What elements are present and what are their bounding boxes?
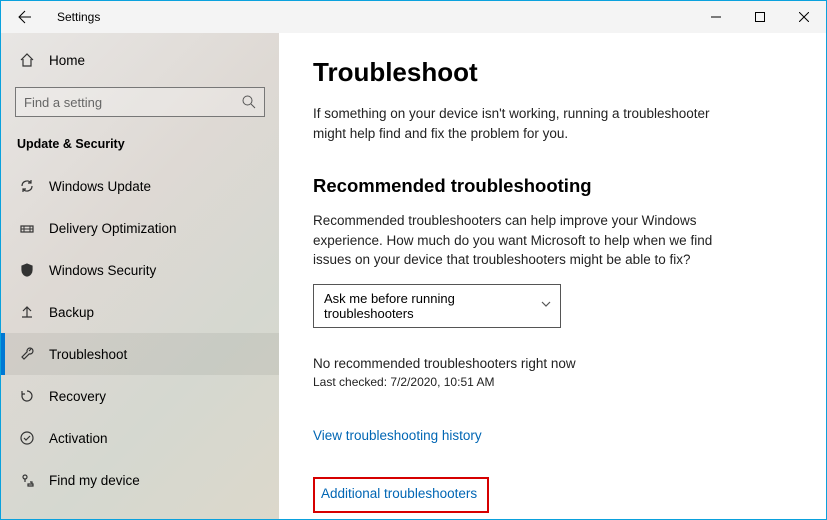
titlebar: Settings <box>1 1 826 33</box>
close-icon <box>799 12 809 22</box>
sidebar-item-label: Backup <box>49 305 94 320</box>
recommended-body: Recommended troubleshooters can help imp… <box>313 211 733 270</box>
troubleshooter-preference-dropdown[interactable]: Ask me before running troubleshooters <box>313 284 561 328</box>
sidebar-item-label: Windows Security <box>49 263 156 278</box>
sidebar-item-label: Find my device <box>49 473 140 488</box>
search-box[interactable] <box>15 87 265 117</box>
sync-icon <box>19 178 35 194</box>
search-icon <box>242 95 256 109</box>
window-title: Settings <box>57 10 100 24</box>
page-title: Troubleshoot <box>313 57 792 88</box>
window-controls <box>694 1 826 33</box>
recommended-heading: Recommended troubleshooting <box>313 175 792 197</box>
backup-icon <box>19 304 35 320</box>
minimize-button[interactable] <box>694 1 738 33</box>
sidebar-item-label: Activation <box>49 431 108 446</box>
sidebar-item-recovery[interactable]: Recovery <box>1 375 279 417</box>
last-checked-text: Last checked: 7/2/2020, 10:51 AM <box>313 375 792 389</box>
back-button[interactable] <box>9 1 41 33</box>
sidebar-item-label: Windows Update <box>49 179 151 194</box>
sidebar-item-activation[interactable]: Activation <box>1 417 279 459</box>
section-header: Update & Security <box>1 133 279 165</box>
sidebar-item-windows-update[interactable]: Windows Update <box>1 165 279 207</box>
search-input[interactable] <box>24 95 242 110</box>
sidebar: Home Update & Security Windows Update De… <box>1 33 279 519</box>
chevron-down-icon <box>540 298 552 313</box>
close-button[interactable] <box>782 1 826 33</box>
dropdown-value: Ask me before running troubleshooters <box>324 291 534 321</box>
maximize-icon <box>755 12 765 22</box>
home-label: Home <box>49 53 85 68</box>
sidebar-item-label: Troubleshoot <box>49 347 127 362</box>
home-icon <box>19 52 35 68</box>
sidebar-item-label: Delivery Optimization <box>49 221 177 236</box>
sidebar-item-label: Recovery <box>49 389 106 404</box>
check-circle-icon <box>19 430 35 446</box>
delivery-icon <box>19 220 35 236</box>
minimize-icon <box>711 12 721 22</box>
sidebar-item-troubleshoot[interactable]: Troubleshoot <box>1 333 279 375</box>
highlight-annotation: Additional troubleshooters <box>313 477 489 513</box>
home-link[interactable]: Home <box>1 41 279 79</box>
titlebar-left: Settings <box>1 1 100 33</box>
additional-troubleshooters-link[interactable]: Additional troubleshooters <box>321 486 477 501</box>
wrench-icon <box>19 346 35 362</box>
sidebar-item-windows-security[interactable]: Windows Security <box>1 249 279 291</box>
sidebar-item-backup[interactable]: Backup <box>1 291 279 333</box>
status-text: No recommended troubleshooters right now <box>313 356 792 371</box>
location-icon <box>19 472 35 488</box>
app-body: Home Update & Security Windows Update De… <box>1 33 826 519</box>
recovery-icon <box>19 388 35 404</box>
arrow-left-icon <box>17 9 33 25</box>
sidebar-item-find-my-device[interactable]: Find my device <box>1 459 279 501</box>
maximize-button[interactable] <box>738 1 782 33</box>
intro-text: If something on your device isn't workin… <box>313 104 733 143</box>
main-content: Troubleshoot If something on your device… <box>279 33 826 519</box>
sidebar-item-delivery-optimization[interactable]: Delivery Optimization <box>1 207 279 249</box>
view-history-link[interactable]: View troubleshooting history <box>313 428 482 443</box>
shield-icon <box>19 262 35 278</box>
